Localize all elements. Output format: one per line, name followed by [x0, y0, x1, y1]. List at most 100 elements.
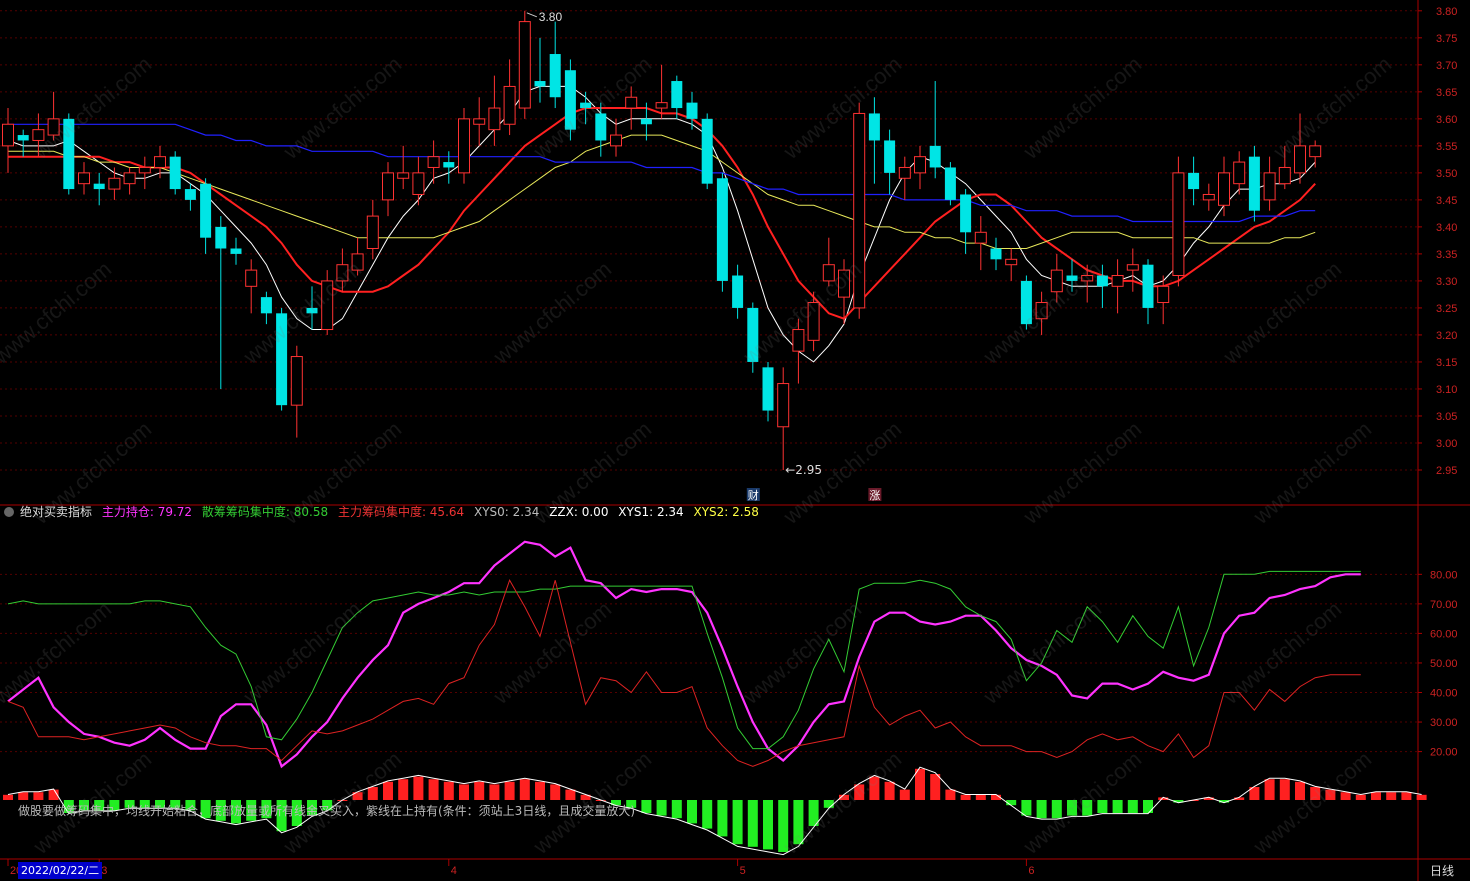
histogram-bar-positive	[443, 781, 454, 800]
price-tick-label: 3.20	[1436, 330, 1457, 342]
candle-body-down	[960, 194, 972, 233]
candle-body-up	[655, 102, 668, 109]
candle-body-up	[1035, 302, 1048, 320]
histogram-bar-positive	[504, 781, 515, 800]
candle-body-down	[276, 313, 288, 406]
indicator-header: 绝对买卖指标 主力持仓: 79.72 散筹筹码集中度: 80.58 主力筹码集中…	[0, 503, 765, 521]
candle-body-up	[78, 172, 90, 185]
candle-body-up	[382, 172, 394, 201]
candle-body-up	[610, 134, 622, 147]
price-tick-label: 3.05	[1436, 411, 1457, 423]
candle-body-down	[1248, 156, 1260, 211]
strategy-hint: 做股要做筹码集中，均线开始粘合，底部放量或所有线金叉买入，紫线在上持有(条件：须…	[18, 804, 636, 818]
indicator-item-value: 2.34	[512, 505, 540, 519]
candle-body-down	[230, 248, 242, 254]
histogram-bar-positive	[1416, 794, 1427, 800]
candle-body-down	[306, 307, 318, 314]
histogram-bar-negative	[702, 800, 713, 829]
price-tick-label: 3.35	[1436, 249, 1457, 261]
histogram-bar-negative	[1036, 800, 1047, 819]
histogram-bar-positive	[1386, 792, 1397, 800]
stock-chart-window[interactable]: 3.80 3.75 3.70 3.65 3.60 3.55 3.50 3.45 3.40 3.35…	[0, 0, 1470, 881]
candle-body-down	[747, 307, 759, 362]
candle-body-up	[822, 264, 835, 282]
candle-body-up	[777, 383, 790, 428]
price-tick-label: 3.15	[1436, 357, 1457, 369]
candle-body-up	[518, 21, 531, 109]
histogram-bar-negative	[1082, 800, 1093, 816]
indicator-item-value: 45.64	[429, 505, 465, 519]
histogram-bar-positive	[383, 781, 393, 800]
collapse-icon[interactable]	[4, 507, 14, 517]
price-tick-label: 3.40	[1436, 222, 1457, 234]
candle-body-up	[1309, 145, 1322, 158]
indicator-item-label: ZZX:	[549, 505, 582, 519]
price-tick-label: 3.55	[1436, 141, 1457, 153]
candle-body-up	[108, 177, 121, 190]
histogram-bar-positive	[915, 768, 925, 800]
candle-body-up	[1157, 285, 1170, 304]
candle-body-up	[458, 118, 470, 174]
histogram-bar-positive	[1295, 781, 1305, 800]
chart-canvas[interactable]: 3.80 3.75 3.70 3.65 3.60 3.55 3.50 3.45 3.40 3.35…	[0, 0, 1470, 881]
indicator-item-label: 散筹筹码集中度:	[201, 505, 294, 519]
price-tick-label: 3.00	[1436, 438, 1457, 450]
histogram-bar-negative	[1097, 800, 1108, 813]
histogram-bar-positive	[1310, 787, 1321, 800]
candle-body-down	[534, 81, 546, 87]
indicator-tick-label: 60.00	[1430, 628, 1458, 640]
histogram-bar-negative	[747, 800, 758, 847]
candle-body-down	[184, 189, 196, 200]
indicator-item-label: XYS2:	[693, 505, 733, 519]
histogram-bar-positive	[1264, 779, 1275, 800]
candle-body-up	[625, 96, 638, 109]
histogram-bar-positive	[367, 787, 378, 800]
candle-body-up	[1111, 275, 1124, 287]
histogram-bar-positive	[474, 781, 485, 800]
candle-body-down	[732, 275, 744, 308]
period-label[interactable]: 日线	[1430, 862, 1454, 879]
indicator-name[interactable]: 绝对买卖指标	[20, 505, 92, 519]
candle-body-up	[412, 172, 425, 195]
histogram-bar-negative	[1021, 800, 1032, 816]
candle-body-up	[1202, 193, 1215, 201]
histogram-bar-positive	[854, 784, 865, 800]
histogram-bar-negative	[732, 800, 743, 845]
event-marker-zhang-text: 涨	[869, 489, 880, 502]
indicator-tick-label: 30.00	[1430, 717, 1458, 729]
candle-body-up	[898, 166, 911, 179]
candle-body-down	[944, 167, 956, 200]
indicator-item-label: XYS1:	[618, 505, 657, 519]
histogram-bar-positive	[1340, 792, 1351, 800]
indicator-tick-label: 80.00	[1430, 569, 1458, 581]
indicator-item-main-chip: 主力筹码集中度: 45.64	[338, 505, 464, 519]
time-tick-label: 5	[740, 865, 746, 877]
histogram-bar-positive	[930, 774, 941, 800]
histogram-bar-positive	[3, 794, 13, 800]
indicator-tick-label: 50.00	[1430, 658, 1458, 670]
candle-body-down	[595, 113, 607, 141]
candle-body-down	[443, 162, 455, 168]
candle-body-down	[260, 297, 272, 314]
histogram-bar-positive	[413, 776, 424, 800]
candle-body-down	[929, 145, 941, 168]
candle-body-up	[2, 123, 14, 147]
histogram-bar-positive	[884, 781, 895, 800]
candle-body-down	[1188, 172, 1200, 190]
indicator-item-main-hold: 主力持仓: 79.72	[102, 505, 192, 519]
indicator-item-retail: 散筹筹码集中度: 80.58	[202, 505, 328, 519]
candle-body-up	[853, 112, 866, 309]
candle-body-down	[549, 54, 561, 98]
histogram-bar-negative	[1112, 800, 1123, 813]
candle-body-up	[154, 156, 166, 168]
candle-body-up	[1263, 172, 1276, 201]
price-tick-label: 3.25	[1436, 303, 1457, 315]
candle-body-up	[914, 156, 926, 174]
candle-body-down	[169, 156, 181, 190]
candle-body-up	[290, 356, 303, 406]
candle-body-down	[63, 118, 75, 190]
candle-body-up	[123, 172, 136, 185]
histogram-bar-negative	[671, 800, 682, 819]
high-price-label: 3.80	[539, 10, 563, 24]
candle-body-up	[488, 107, 501, 131]
